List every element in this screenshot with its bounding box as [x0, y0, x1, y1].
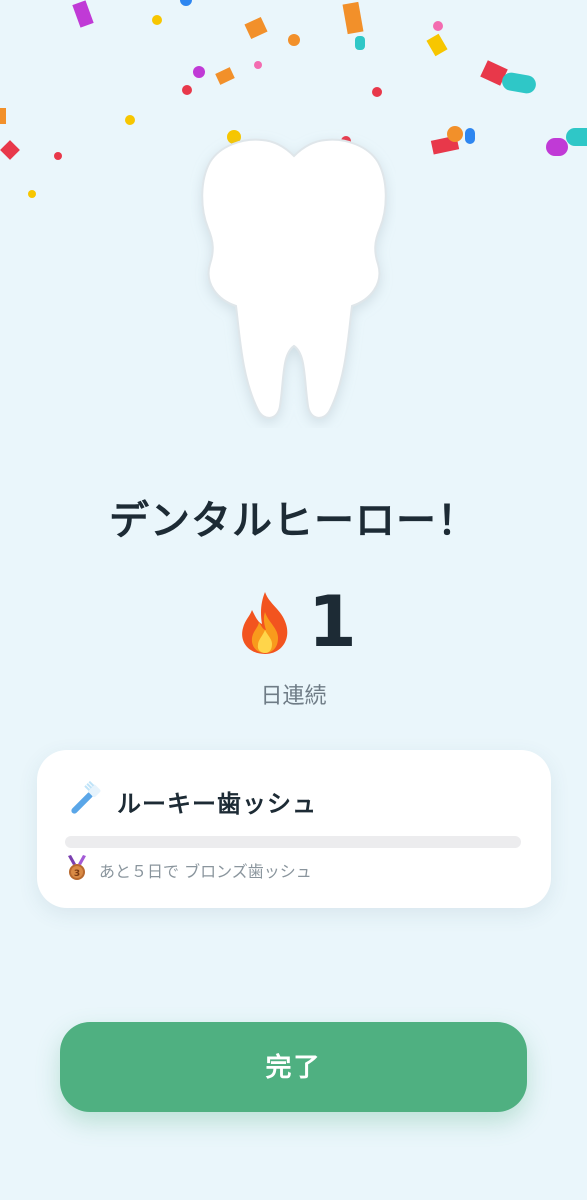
celebration-title: デンタルヒーロー！ — [109, 498, 478, 544]
tooth-mascot — [190, 128, 396, 428]
tooth-icon — [201, 138, 387, 419]
streak-unit-label: 日連続 — [260, 684, 327, 709]
toothbrush-icon — [71, 780, 101, 814]
badge-progress-card: ルーキー歯ッシュ 3 あと５日で ブロンズ歯ッシュ — [37, 750, 551, 908]
badge-progress-bar — [65, 836, 521, 848]
streak-celebration-screen: デンタルヒーロー！ 1 日連続 ルーキー歯ッシュ 3 あと５日で ブロンズ歯ッシ… — [0, 0, 587, 1200]
next-badge-hint: あと５日で ブロンズ歯ッシュ — [99, 862, 312, 881]
done-button-label: 完了 — [265, 1052, 322, 1082]
done-button[interactable]: 完了 — [60, 1022, 527, 1112]
streak-counter: 1 — [0, 580, 587, 670]
svg-text:3: 3 — [74, 869, 80, 879]
streak-count: 1 — [308, 581, 357, 663]
current-badge-title: ルーキー歯ッシュ — [117, 790, 317, 818]
bronze-medal-icon: 3 — [68, 855, 86, 880]
fire-icon — [242, 592, 288, 654]
